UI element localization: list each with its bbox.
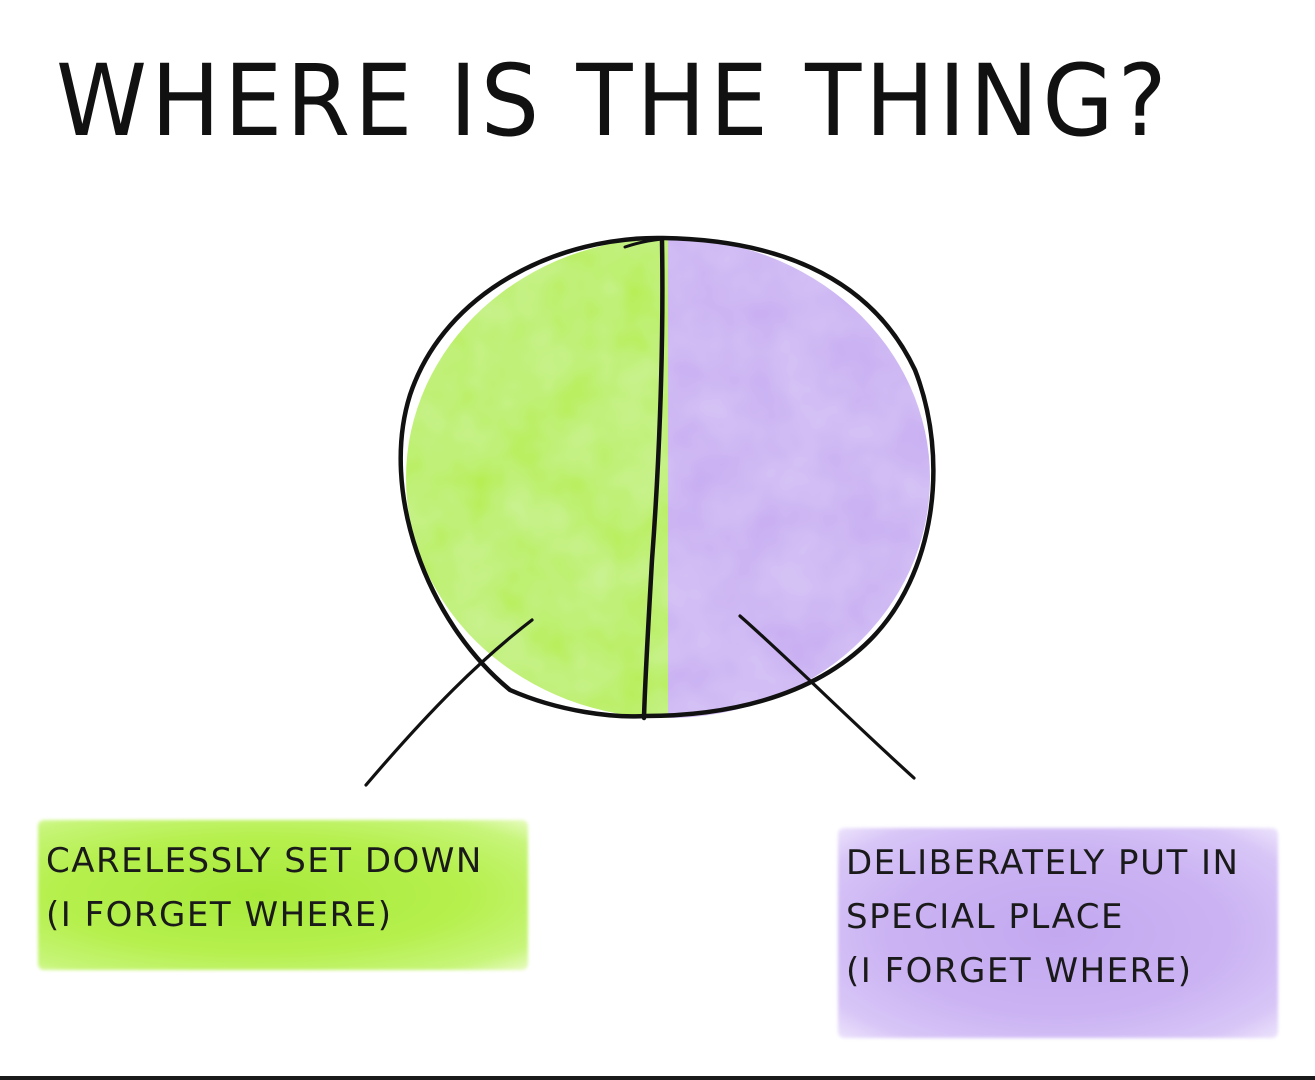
slice-label-carelessly-set-down: CARELESSLY SET DOWN (I FORGET WHERE): [38, 820, 528, 970]
pie-slice-0: [406, 238, 668, 718]
slice-label-line: (I FORGET WHERE): [846, 951, 1193, 991]
slice-label-line: DELIBERATELY PUT IN: [846, 843, 1240, 883]
slice-label-line: CARELESSLY SET DOWN: [46, 841, 483, 881]
slice-label-line: (I FORGET WHERE): [46, 895, 393, 935]
bottom-border: [0, 1076, 1315, 1080]
pie-slice-1: [668, 238, 930, 718]
pie-slices: [406, 238, 930, 718]
slice-label-line: SPECIAL PLACE: [846, 897, 1124, 937]
slice-label-deliberately-put: DELIBERATELY PUT IN SPECIAL PLACE (I FOR…: [838, 828, 1278, 1038]
